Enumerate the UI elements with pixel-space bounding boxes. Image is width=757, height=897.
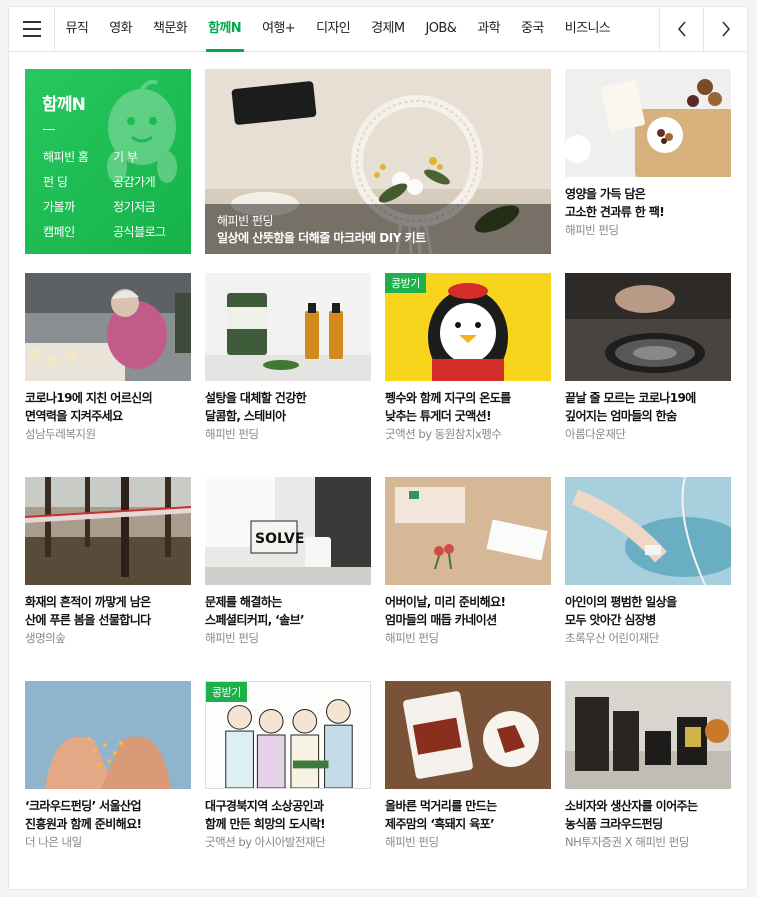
badge: 콩받기	[206, 682, 247, 702]
card-thumbnail	[565, 69, 731, 177]
tab-movie[interactable]: 영화	[99, 7, 143, 51]
card-title: 대구경북지역 소상공인과 함께 만든 희망의 도시락!	[205, 799, 326, 831]
card-title: 영양을 가득 담은 고소한 견과류 한 팩!	[565, 187, 665, 219]
tab-book-culture[interactable]: 책문화	[142, 7, 197, 51]
card-title: 문제를 해결하는 스페셜티커피, ‘솔브’	[205, 595, 305, 627]
card-thumbnail	[205, 273, 371, 381]
card-thumbnail: 콩받기	[385, 273, 551, 381]
link-empathy-store[interactable]: 공감가게	[113, 173, 183, 190]
card-source: 해피빈 펀딩	[385, 835, 439, 849]
top-navigation: 뮤직 영화 책문화 함께N 여행+ 디자인 경제M JOB& 과학 중국 비즈니…	[9, 7, 747, 52]
chevron-right-icon[interactable]	[703, 7, 747, 51]
menu-icon[interactable]	[9, 7, 55, 51]
card-source: 초록우산 어린이재단	[565, 631, 659, 645]
card-title: ‘크라우드펀딩’ 서울산업 진흥원과 함께 준비해요!	[25, 799, 142, 831]
card-title: 어버이날, 미리 준비해요! 엄마들의 매듭 카네이션	[385, 595, 506, 627]
card-stevia[interactable]: 설탕을 대체할 건강한 달콤함, 스테비아 해피빈 펀딩	[205, 273, 371, 442]
feature-card[interactable]: 해피빈 펀딩 일상에 산뜻함을 더해줄 마크라메 DIY 키트	[205, 69, 551, 254]
badge: 콩받기	[385, 273, 426, 293]
card-thumbnail: 콩받기	[205, 681, 371, 789]
card-title: 올바른 먹거리를 만드는 제주맘의 ‘흑돼지 육포’	[385, 799, 497, 831]
card-title: 화재의 흔적이 까맣게 남은 산에 푸른 봄을 선물합니다	[25, 595, 151, 627]
card-thumbnail	[25, 681, 191, 789]
card-thumbnail	[385, 477, 551, 585]
card-thumbnail: SOLVE	[205, 477, 371, 585]
content-frame: 뮤직 영화 책문화 함께N 여행+ 디자인 경제M JOB& 과학 중국 비즈니…	[8, 6, 748, 890]
card-title: 펭수와 함께 지구의 온도를 낮추는 튜게더 굿액션!	[385, 391, 511, 423]
tab-travel[interactable]: 여행+	[252, 7, 306, 51]
card-source: 해피빈 펀딩	[385, 631, 439, 645]
link-official-blog[interactable]: 공식블로그	[113, 223, 183, 240]
tab-business[interactable]: 비즈니스	[554, 7, 620, 51]
card-source: 아름다운재단	[565, 427, 626, 441]
feature-title: 일상에 산뜻함을 더해줄 마크라메 DIY 키트	[217, 231, 426, 245]
chevron-left-icon[interactable]	[659, 7, 703, 51]
panel-links: 해피빈 홈 기 부 펀 딩 공감가게 가볼까 정기저금 캠페인 공식블로그	[43, 148, 183, 240]
card-source: 해피빈 펀딩	[205, 631, 259, 645]
card-source: 해피빈 펀딩	[565, 223, 619, 237]
card-source: 생명의숲	[25, 631, 66, 645]
card-elderly-immunity[interactable]: 코로나19에 지친 어르신의 면역력을 지켜주세요 성남두레복지원	[25, 273, 191, 442]
tab-together[interactable]: 함께N	[198, 7, 252, 52]
tab-music[interactable]: 뮤직	[55, 7, 99, 51]
card-title: 설탕을 대체할 건강한 달콤함, 스테비아	[205, 391, 307, 423]
card-thumbnail	[385, 681, 551, 789]
link-campaign[interactable]: 캠페인	[43, 223, 113, 240]
card-thumbnail	[565, 477, 731, 585]
card-thumbnail	[565, 681, 731, 789]
link-funding[interactable]: 펀 딩	[43, 173, 113, 190]
card-source: 굿액션 by 아시아발전재단	[205, 835, 326, 849]
card-title: 끝날 줄 모르는 코로나19에 깊어지는 엄마들의 한숨	[565, 391, 696, 423]
tab-design[interactable]: 디자인	[306, 7, 361, 51]
card-jerky[interactable]: 올바른 먹거리를 만드는 제주맘의 ‘흑돼지 육포’ 해피빈 펀딩	[385, 681, 551, 850]
card-thumbnail	[25, 273, 191, 381]
svg-text:SOLVE: SOLVE	[255, 531, 304, 547]
card-solve-coffee[interactable]: SOLVE 문제를 해결하는 스페셜티커피, ‘솔브’ 해피빈 펀딩	[205, 477, 371, 646]
card-carnation[interactable]: 어버이날, 미리 준비해요! 엄마들의 매듭 카네이션 해피빈 펀딩	[385, 477, 551, 646]
tab-science[interactable]: 과학	[467, 7, 511, 51]
link-happybean-home[interactable]: 해피빈 홈	[43, 148, 113, 165]
tab-economy[interactable]: 경제M	[361, 7, 415, 51]
panel-title: 함께N	[42, 95, 86, 115]
link-regular-saving[interactable]: 정기저금	[113, 198, 183, 215]
card-title: 코로나19에 지친 어르신의 면역력을 지켜주세요	[25, 391, 153, 423]
card-pengsoo[interactable]: 콩받기 펭수와 함께 지구의 온도를 낮추는 튜게더 굿액션! 굿액션 by 동…	[385, 273, 551, 442]
panel-divider	[43, 129, 55, 130]
link-shall-we-go[interactable]: 가볼까	[43, 198, 113, 215]
card-source: 더 나은 내일	[25, 835, 82, 849]
card-crowdfunding-seoul[interactable]: ‘크라우드펀딩’ 서울산업 진흥원과 함께 준비해요! 더 나은 내일	[25, 681, 191, 850]
card-source: 성남두레복지원	[25, 427, 96, 441]
tab-china[interactable]: 중국	[510, 7, 554, 51]
card-nuts[interactable]: 영양을 가득 담은 고소한 견과류 한 팩! 해피빈 펀딩	[565, 69, 731, 238]
card-forest-fire[interactable]: 화재의 흔적이 까맣게 남은 산에 푸른 봄을 선물합니다 생명의숲	[25, 477, 191, 646]
link-donate[interactable]: 기 부	[113, 148, 183, 165]
card-title: 아인이의 평범한 일상을 모두 앗아간 심장병	[565, 595, 677, 627]
tab-list: 뮤직 영화 책문화 함께N 여행+ 디자인 경제M JOB& 과학 중국 비즈니…	[55, 7, 621, 52]
card-title: 소비자와 생산자를 이어주는 농식품 크라우드펀딩	[565, 799, 698, 831]
card-source: 굿액션 by 동원참치x펭수	[385, 427, 502, 441]
card-nh-funding[interactable]: 소비자와 생산자를 이어주는 농식품 크라우드펀딩 NH투자증권 X 해피빈 펀…	[565, 681, 731, 850]
card-thumbnail	[25, 477, 191, 585]
card-source: 해피빈 펀딩	[205, 427, 259, 441]
card-thumbnail	[565, 273, 731, 381]
card-mothers-sigh[interactable]: 끝날 줄 모르는 코로나19에 깊어지는 엄마들의 한숨 아름다운재단	[565, 273, 731, 442]
card-heart-disease[interactable]: 아인이의 평범한 일상을 모두 앗아간 심장병 초록우산 어린이재단	[565, 477, 731, 646]
card-lunchbox[interactable]: 콩받기 대구경북지역 소상공인과 함께 만든 희망의 도시락! 굿액션 by 아…	[205, 681, 371, 850]
card-source: NH투자증권 X 해피빈 펀딩	[565, 835, 689, 849]
tab-job[interactable]: JOB&	[415, 7, 467, 51]
feature-source: 해피빈 펀딩	[217, 214, 274, 228]
together-panel: 함께N 해피빈 홈 기 부 펀 딩 공감가게 가볼까 정기저금 캠페인 공식블로…	[25, 69, 191, 254]
